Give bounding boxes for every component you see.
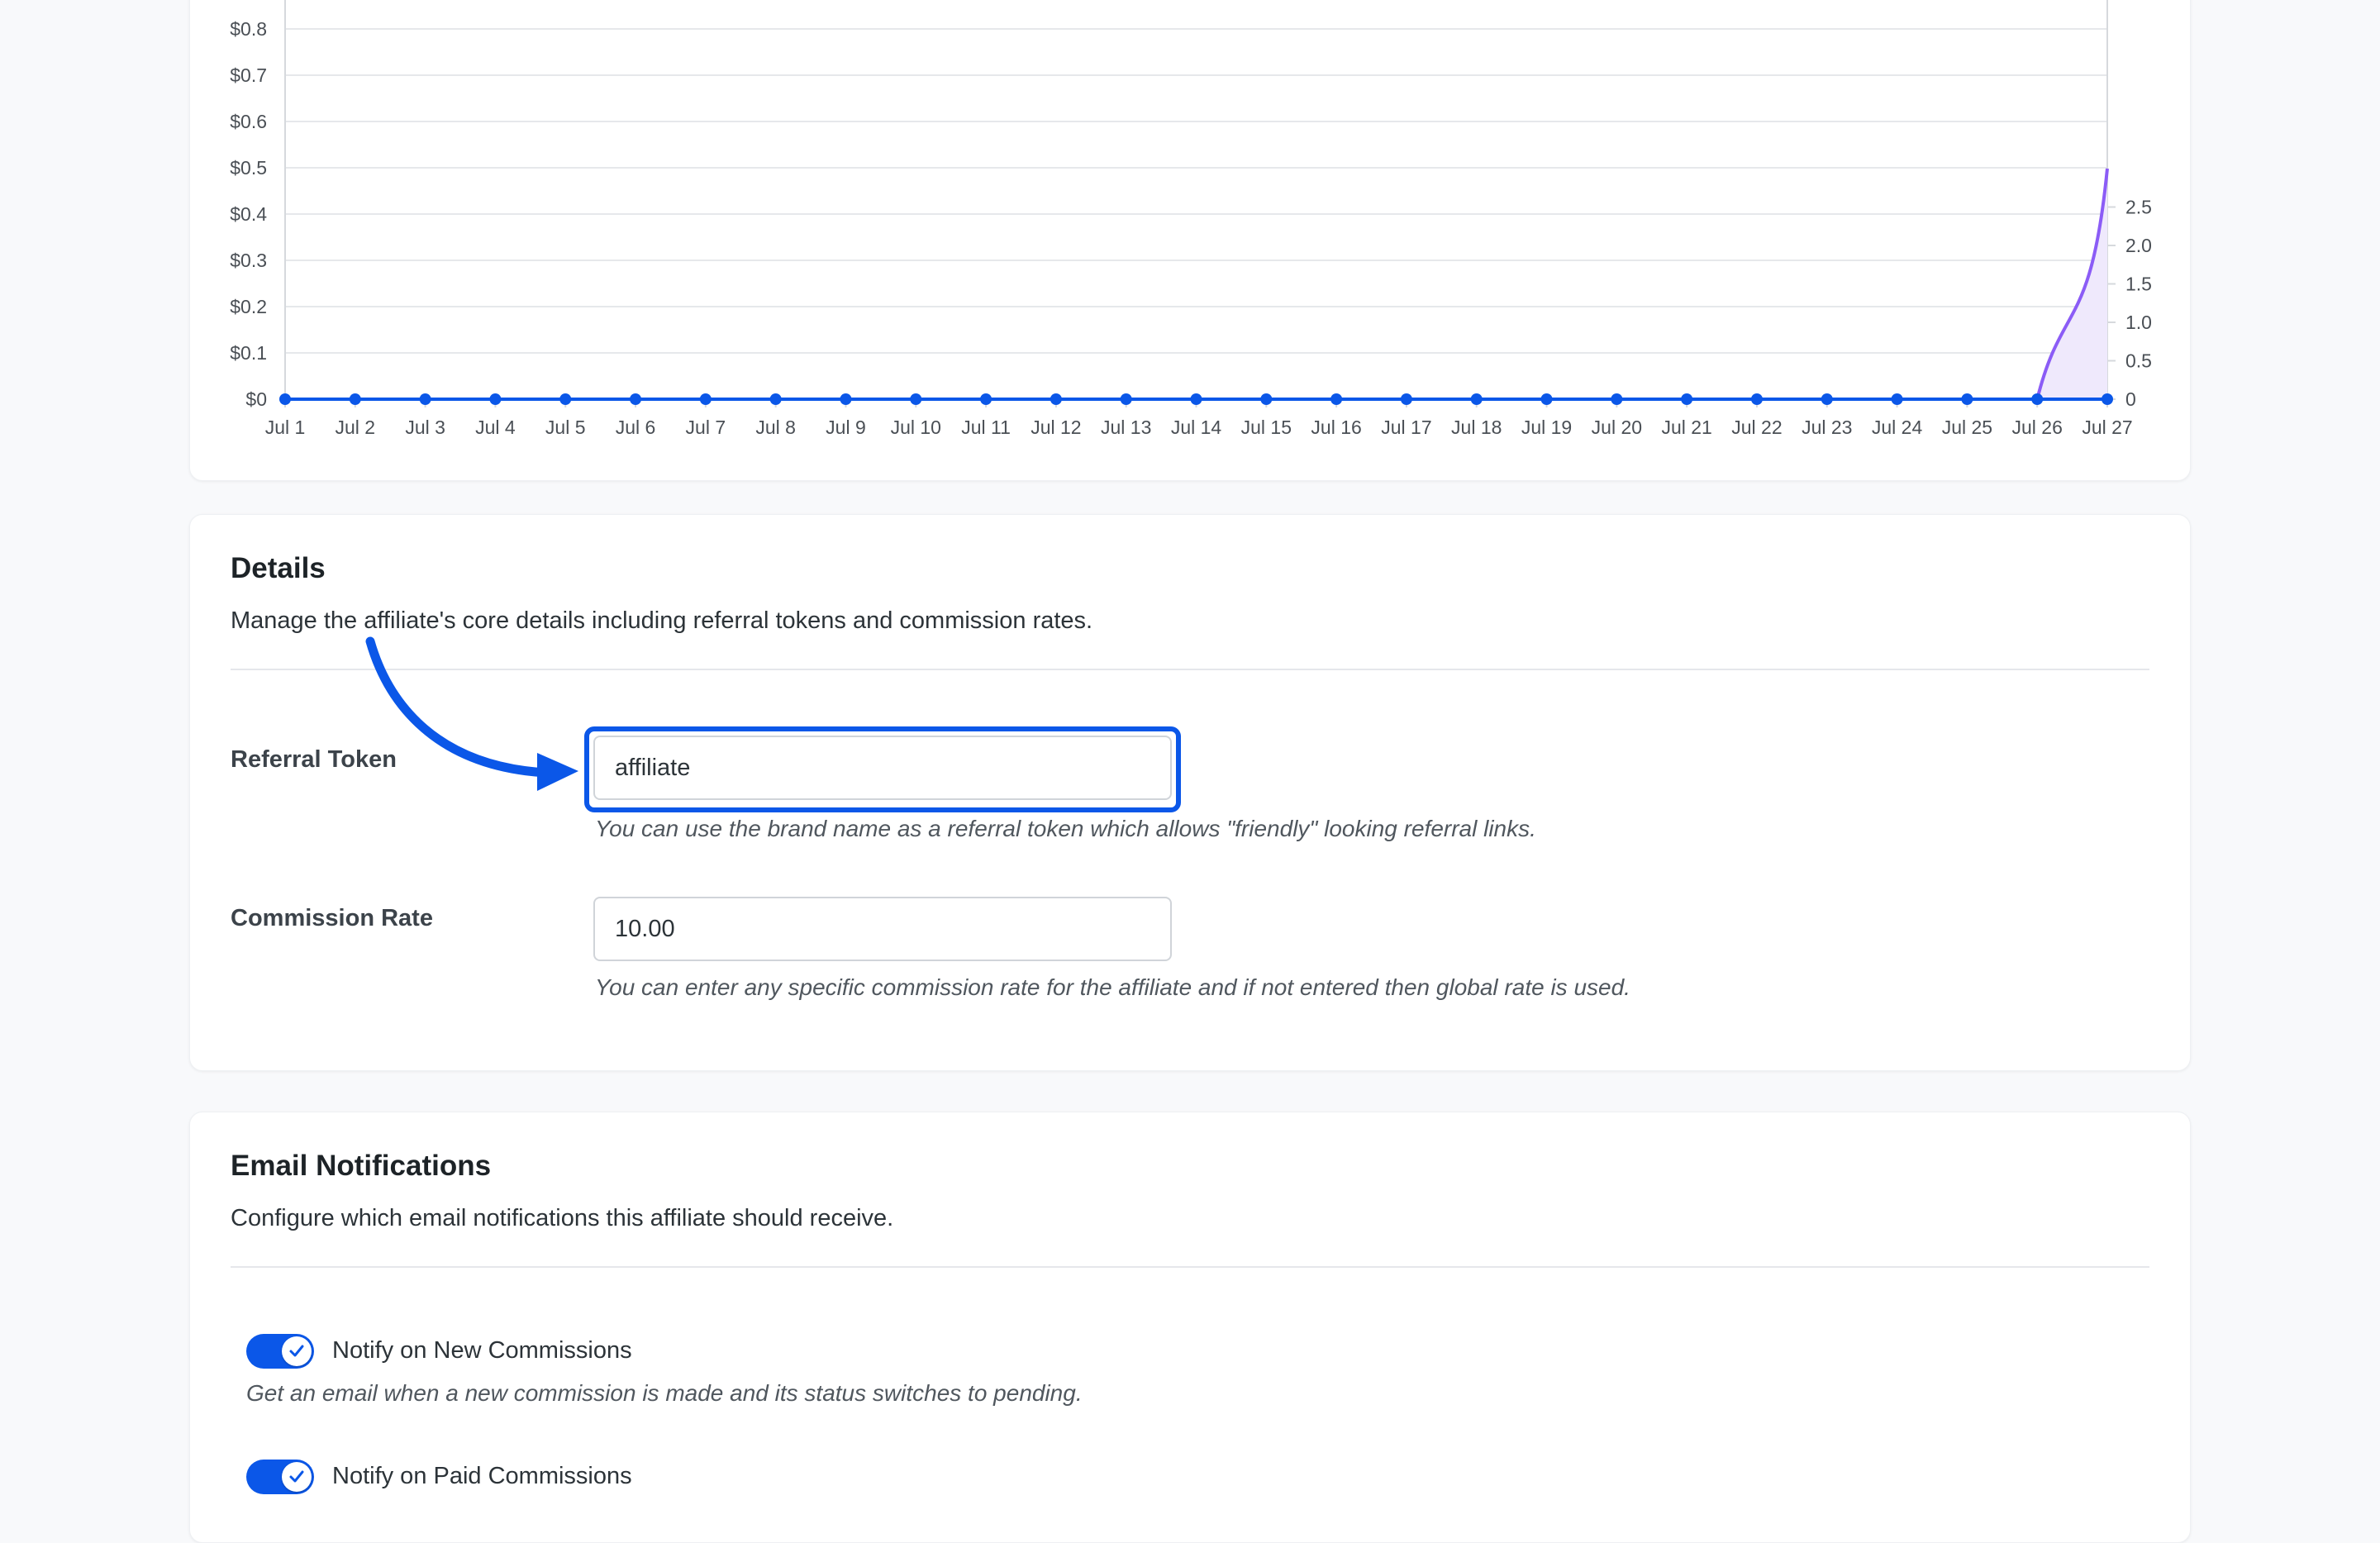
x-axis-tick-label: Jul 4: [475, 417, 516, 438]
data-point: [2031, 393, 2044, 405]
x-axis-tick-label: Jul 2: [336, 417, 376, 438]
x-axis-tick-label: Jul 7: [686, 417, 726, 438]
x-axis-tick-label: Jul 14: [1171, 417, 1222, 438]
data-point: [1330, 393, 1343, 405]
new-commissions-help: Get an email when a new commission is ma…: [246, 1380, 1083, 1406]
x-axis-tick-label: Jul 21: [1661, 417, 1711, 438]
data-point: [489, 393, 502, 405]
data-point: [349, 393, 361, 405]
x-axis-tick-label: Jul 10: [891, 417, 941, 438]
x-axis-tick-label: Jul 24: [1872, 417, 1923, 438]
x-axis-tick-label: Jul 17: [1381, 417, 1431, 438]
x-axis-tick-label: Jul 27: [2082, 417, 2132, 438]
check-icon: [289, 1470, 304, 1483]
right-axis-tick-label: 0: [2125, 388, 2136, 410]
x-axis-tick-label: Jul 1: [265, 417, 306, 438]
email-notifications-description: Configure which email notifications this…: [231, 1205, 894, 1231]
x-axis-tick-label: Jul 8: [755, 417, 796, 438]
x-axis-tick-label: Jul 18: [1451, 417, 1502, 438]
x-axis-tick-label: Jul 3: [405, 417, 445, 438]
x-axis-tick-label: Jul 9: [826, 417, 866, 438]
data-point: [1681, 393, 1693, 405]
check-icon: [289, 1345, 304, 1357]
data-point: [1120, 393, 1132, 405]
email-divider: [231, 1266, 2149, 1268]
data-point: [1821, 393, 1833, 405]
data-point: [559, 393, 572, 405]
data-point: [840, 393, 852, 405]
data-point: [1961, 393, 1973, 405]
x-axis-tick-label: Jul 25: [1942, 417, 1992, 438]
annotation-arrow-icon: [365, 636, 578, 791]
data-point: [910, 393, 922, 405]
data-point: [1891, 393, 1903, 405]
data-point: [1260, 393, 1273, 405]
toggle-knob: [282, 1336, 312, 1366]
data-point: [980, 393, 992, 405]
data-point: [630, 393, 642, 405]
data-point: [699, 393, 712, 405]
x-axis-tick-label: Jul 11: [961, 417, 1011, 438]
x-axis-tick-label: Jul 23: [1802, 417, 1852, 438]
right-axis-tick-label: 1.5: [2125, 274, 2152, 295]
data-point: [279, 393, 291, 405]
data-point: [1750, 393, 1763, 405]
data-point: [419, 393, 431, 405]
x-axis-tick-label: Jul 6: [616, 417, 656, 438]
left-axis-tick-label: $0.1: [230, 342, 267, 364]
paid-commissions-toggle[interactable]: [246, 1460, 314, 1494]
data-point: [1190, 393, 1202, 405]
x-axis-tick-label: Jul 19: [1521, 417, 1572, 438]
data-point: [2102, 393, 2113, 405]
left-axis-tick-label: $0.6: [230, 111, 267, 132]
data-point: [1540, 393, 1553, 405]
x-axis-tick-label: Jul 26: [2012, 417, 2063, 438]
data-point: [1050, 393, 1062, 405]
x-axis-tick-label: Jul 13: [1101, 417, 1151, 438]
right-axis-tick-label: 1.0: [2125, 312, 2152, 333]
email-notifications-card: Email Notifications Configure which emai…: [189, 1112, 2191, 1543]
commission-rate-input[interactable]: [593, 897, 1172, 961]
left-axis-tick-label: $0.8: [230, 18, 267, 40]
commission-rate-help: You can enter any specific commission ra…: [595, 974, 1630, 1000]
email-notifications-title: Email Notifications: [231, 1150, 492, 1182]
stats-chart-card: $0 $0.1 $0.2 $0.3 $0.4 $0.5 $0.6 $0.7 $0.8 0 0.5 1.…: [189, 0, 2191, 481]
left-axis-tick-label: $0.2: [230, 296, 267, 317]
right-axis-tick-label: 0.5: [2125, 350, 2152, 372]
data-point: [769, 393, 782, 405]
left-axis-tick-label: $0.4: [230, 203, 267, 225]
x-axis-tick-label: Jul 5: [545, 417, 586, 438]
stats-chart: $0 $0.1 $0.2 $0.3 $0.4 $0.5 $0.6 $0.7 $0.8 0 0.5 1.…: [230, 0, 2152, 438]
x-axis-tick-label: Jul 16: [1311, 417, 1361, 438]
x-axis-tick-label: Jul 12: [1031, 417, 1081, 438]
details-card: Details Manage the affiliate's core deta…: [189, 514, 2191, 1071]
new-commissions-label: Notify on New Commissions: [332, 1337, 632, 1364]
x-axis-tick-label: Jul 22: [1731, 417, 1782, 438]
right-axis-tick-label: 2.5: [2125, 197, 2152, 218]
data-point: [1611, 393, 1623, 405]
data-point: [1400, 393, 1412, 405]
right-axis-tick-label: 2.0: [2125, 235, 2152, 256]
x-axis-tick-label: Jul 15: [1241, 417, 1292, 438]
left-axis-tick-label: $0: [245, 388, 267, 410]
paid-commissions-label: Notify on Paid Commissions: [332, 1463, 632, 1489]
data-point: [1470, 393, 1483, 405]
x-axis-tick-label: Jul 20: [1592, 417, 1642, 438]
commission-rate-label: Commission Rate: [231, 905, 433, 931]
new-commissions-toggle[interactable]: [246, 1334, 314, 1369]
left-axis-tick-label: $0.3: [230, 250, 267, 271]
left-axis-tick-label: $0.7: [230, 64, 267, 86]
left-axis-tick-label: $0.5: [230, 157, 267, 179]
